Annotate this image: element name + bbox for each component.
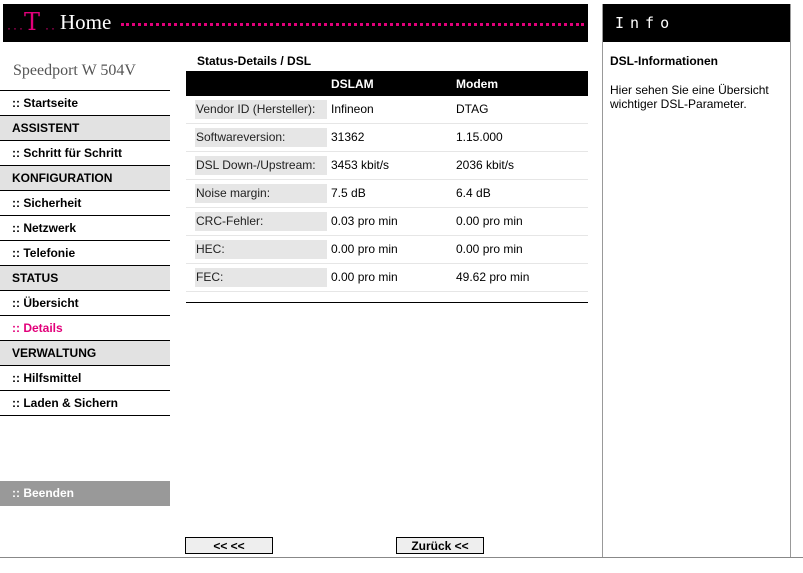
table-row: DSL Down-/Upstream: 3453 kbit/s 2036 kbit/…: [186, 152, 588, 180]
dslam-value: 0.03 pro min: [331, 214, 398, 228]
zurueck-button[interactable]: Zurück <<: [396, 537, 484, 554]
table-row: HEC: 0.00 pro min 0.00 pro min: [186, 236, 588, 264]
back-button[interactable]: << <<: [185, 537, 273, 554]
bottom-divider: [0, 557, 803, 558]
sidebar-item-übersicht[interactable]: :: Übersicht: [0, 290, 170, 315]
info-header: Info: [603, 4, 790, 42]
table-row: Softwareversion: 31362 1.15.000: [186, 124, 588, 152]
sidebar-section-konfiguration: KONFIGURATION: [0, 165, 170, 190]
sidebar-nav: :: Startseite ASSISTENT:: Schritt für Sch…: [0, 90, 170, 416]
header-dotted-line: [121, 23, 584, 26]
telekom-logo: T: [24, 8, 41, 36]
dslam-value: 0.00 pro min: [331, 242, 398, 256]
dslam-value: Infineon: [331, 102, 374, 116]
modem-value: DTAG: [456, 102, 489, 116]
breadcrumb: Status-Details / DSL: [197, 54, 312, 68]
row-label: Softwareversion:: [195, 128, 327, 147]
info-panel: Info DSL-Informationen Hier sehen Sie ei…: [602, 4, 791, 557]
table-header: DSLAM Modem: [186, 71, 588, 96]
header-title: Home: [60, 10, 112, 34]
dslam-value: 0.00 pro min: [331, 270, 398, 284]
info-title: DSL-Informationen: [610, 54, 718, 68]
logout-button[interactable]: :: Beenden: [0, 481, 170, 506]
sidebar-item-netzwerk[interactable]: :: Netzwerk: [0, 215, 170, 240]
row-label: FEC:: [195, 268, 327, 287]
table-row: Noise margin: 7.5 dB 6.4 dB: [186, 180, 588, 208]
sidebar-item-schritt-für-schritt[interactable]: :: Schritt für Schritt: [0, 140, 170, 165]
device-name: Speedport W 504V: [13, 62, 136, 79]
modem-value: 2036 kbit/s: [456, 158, 515, 172]
column-header-dslam: DSLAM: [331, 77, 374, 91]
dsl-status-table: Vendor ID (Hersteller): Infineon DTAG Softw…: [186, 96, 588, 292]
header-dots-left: ···: [7, 21, 25, 35]
row-label: Vendor ID (Hersteller):: [195, 100, 327, 119]
modem-value: 0.00 pro min: [456, 242, 523, 256]
row-label: DSL Down-/Upstream:: [195, 156, 327, 175]
sidebar-section-assistent: ASSISTENT: [0, 115, 170, 140]
info-text: Hier sehen Sie eine Übersicht wichtiger …: [610, 83, 769, 111]
column-header-modem: Modem: [456, 77, 498, 91]
sidebar-section-status: STATUS: [0, 265, 170, 290]
table-row: CRC-Fehler: 0.03 pro min 0.00 pro min: [186, 208, 588, 236]
sidebar-item-laden-sichern[interactable]: :: Laden & Sichern: [0, 390, 170, 416]
sidebar-section-verwaltung: VERWALTUNG: [0, 340, 170, 365]
modem-value: 1.15.000: [456, 130, 503, 144]
sidebar-item-telefonie[interactable]: :: Telefonie: [0, 240, 170, 265]
header-dots-mid: ··: [45, 21, 57, 35]
table-row: Vendor ID (Hersteller): Infineon DTAG: [186, 96, 588, 124]
header-bar: ··· T ·· Home: [3, 4, 588, 42]
table-row: FEC: 0.00 pro min 49.62 pro min: [186, 264, 588, 292]
table-end-divider: [186, 302, 588, 303]
dslam-value: 7.5 dB: [331, 186, 366, 200]
dslam-value: 3453 kbit/s: [331, 158, 390, 172]
row-label: CRC-Fehler:: [195, 212, 327, 231]
sidebar-item-hilfsmittel[interactable]: :: Hilfsmittel: [0, 365, 170, 390]
sidebar-item-details[interactable]: :: Details: [0, 315, 170, 340]
row-label: Noise margin:: [195, 184, 327, 203]
row-label: HEC:: [195, 240, 327, 259]
modem-value: 0.00 pro min: [456, 214, 523, 228]
modem-value: 49.62 pro min: [456, 270, 530, 284]
modem-value: 6.4 dB: [456, 186, 491, 200]
sidebar-item-startseite[interactable]: :: Startseite: [0, 90, 170, 115]
sidebar-item-sicherheit[interactable]: :: Sicherheit: [0, 190, 170, 215]
dslam-value: 31362: [331, 130, 365, 144]
